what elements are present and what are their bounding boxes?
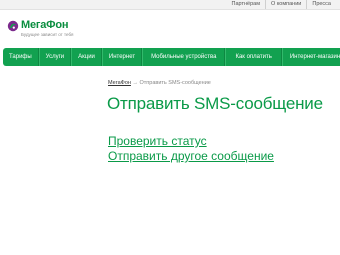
check-status-link[interactable]: Проверить статус <box>108 134 207 148</box>
top-links: Партнёрам О компании Пресса <box>227 0 336 9</box>
breadcrumb-home-link[interactable]: МегаФон <box>108 80 131 86</box>
megafon-logo-icon <box>7 20 19 32</box>
nav-item-promotions[interactable]: Акции <box>71 48 102 66</box>
logo-name: МегаФон <box>21 19 69 31</box>
breadcrumb-current: Отправить SMS-сообщение <box>139 80 211 86</box>
breadcrumb: МегаФон → Отправить SMS-сообщение <box>108 80 211 86</box>
main-navigation: Тарифы Услуги Акции Интернет Мобильные у… <box>3 48 340 66</box>
breadcrumb-separator: → <box>132 80 138 86</box>
logo-tagline: Будущее зависит от тебя <box>21 32 74 37</box>
top-utility-bar: Партнёрам О компании Пресса <box>0 0 340 10</box>
top-link-about[interactable]: О компании <box>265 0 306 9</box>
top-link-press[interactable]: Пресса <box>306 0 336 9</box>
nav-item-online-store[interactable]: Интернет-магазин <box>281 48 340 66</box>
nav-item-how-to-pay[interactable]: Как оплатить <box>225 48 282 66</box>
nav-item-services[interactable]: Услуги <box>38 48 72 66</box>
page-title: Отправить SMS-сообщение <box>107 94 323 113</box>
megafon-logo[interactable]: МегаФон Будущее зависит от тебя <box>7 19 77 41</box>
send-another-message-link[interactable]: Отправить другое сообщение <box>108 149 274 163</box>
nav-item-tariffs[interactable]: Тарифы <box>3 48 39 66</box>
page: Партнёрам О компании Пресса МегаФон Буду… <box>0 0 340 255</box>
nav-item-internet[interactable]: Интернет <box>101 48 143 66</box>
nav-item-mobile-devices[interactable]: Мобильные устройства <box>142 48 226 66</box>
top-link-partners[interactable]: Партнёрам <box>227 0 265 9</box>
